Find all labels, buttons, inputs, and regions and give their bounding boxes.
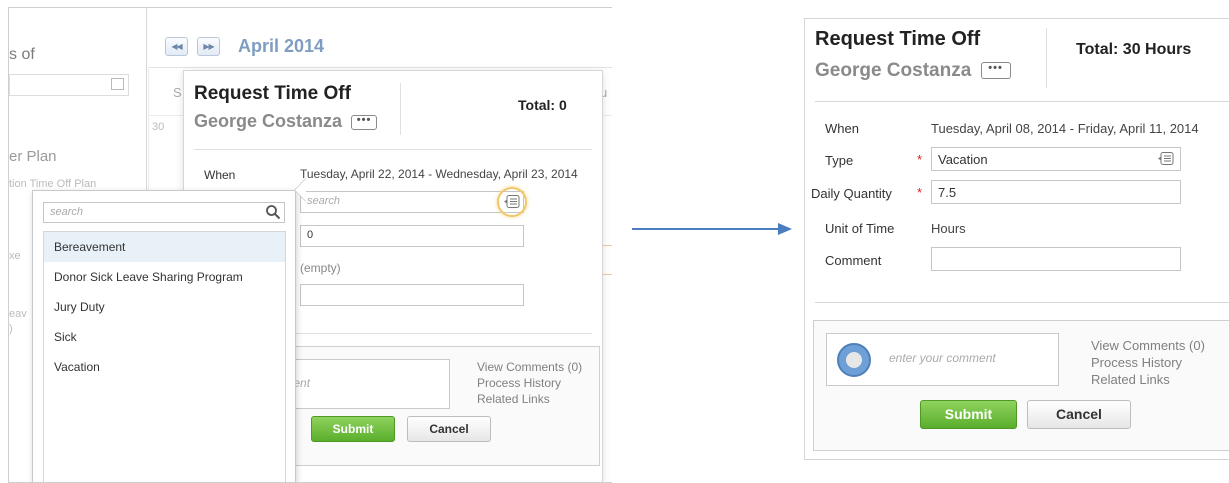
type-input[interactable]: Vacation (931, 147, 1181, 171)
sidebar-plan-fragment: er Plan (9, 148, 57, 165)
dropdown-option-jury-duty[interactable]: Jury Duty (44, 292, 285, 322)
dropdown-option-bereavement[interactable]: Bereavement (44, 232, 285, 262)
sidebar-fragment-eav: eav (9, 308, 27, 320)
avatar (837, 343, 871, 377)
double-right-arrow-icon: ▶▶ (203, 42, 214, 51)
dropdown-option-vacation[interactable]: Vacation (44, 352, 285, 382)
dropdown-search-input[interactable]: search (43, 202, 285, 223)
day-number: 30 (152, 121, 165, 133)
sidebar-sub-fragment: tion Time Off Plan (9, 178, 97, 190)
cancel-button[interactable]: Cancel (1027, 400, 1131, 429)
divider (194, 149, 592, 150)
comment-label: Comment (825, 253, 882, 268)
employee-name-text: George Costanza (815, 60, 972, 81)
transition-arrow-icon (632, 223, 792, 235)
sidebar-fragment-exe: xe (9, 250, 21, 262)
required-marker: * (917, 185, 923, 200)
when-label: When (825, 121, 859, 136)
type-dropdown: search Bereavement Donor Sick Leave Shar… (32, 190, 296, 482)
unit-value: (empty) (300, 261, 341, 275)
sidebar-fragment-paren: ) (9, 323, 13, 335)
total-label: Total: 30 Hours (1076, 41, 1192, 58)
avatar-face (846, 352, 862, 368)
employee-name: George Costanza ••• (194, 111, 378, 132)
quantity-input[interactable]: 7.5 (931, 180, 1181, 204)
comment-placeholder: enter your comment (889, 351, 996, 365)
double-left-arrow-icon: ◀◀ (171, 42, 182, 51)
more-actions-button[interactable]: ••• (351, 114, 378, 130)
list-picker-icon[interactable] (1158, 152, 1174, 165)
left-screenshot: s of er Plan tion Time Off Plan xe eav )… (8, 7, 612, 483)
view-comments-link[interactable]: View Comments (0) (477, 359, 582, 375)
dropdown-option-sick[interactable]: Sick (44, 322, 285, 352)
links-group: View Comments (0) Process History Relate… (1091, 337, 1205, 388)
month-label: April 2014 (238, 36, 325, 56)
when-label: When (204, 168, 236, 182)
view-comments-link[interactable]: View Comments (0) (1091, 337, 1205, 354)
divider (1046, 28, 1047, 88)
prev-month-button[interactable]: ◀◀ (165, 37, 188, 56)
submit-button[interactable]: Submit (311, 416, 395, 442)
next-month-button[interactable]: ▶▶ (197, 37, 220, 56)
total-label: Total: 0 (518, 97, 567, 113)
employee-name-text: George Costanza (194, 111, 343, 131)
employee-name: George Costanza ••• (815, 60, 1011, 82)
request-time-off-panel: Request Time Off George Costanza ••• Tot… (804, 18, 1229, 460)
unit-value: Hours (931, 221, 966, 236)
divider (815, 101, 1229, 102)
dropdown-pointer-fill (295, 179, 306, 201)
quantity-input[interactable]: 0 (300, 225, 524, 247)
type-value: Vacation (938, 152, 988, 167)
panel-title: Request Time Off (815, 28, 981, 50)
search-icon[interactable] (265, 204, 281, 220)
process-history-link[interactable]: Process History (1091, 354, 1205, 371)
dropdown-option-donor-sick-leave[interactable]: Donor Sick Leave Sharing Program (44, 262, 285, 292)
comment-section: enter your comment View Comments (0) Pro… (813, 320, 1229, 451)
when-value: Tuesday, April 08, 2014 - Friday, April … (931, 121, 1199, 136)
quantity-label: Daily Quantity (811, 186, 892, 201)
required-marker: * (917, 152, 923, 167)
type-search-input[interactable]: search (300, 191, 524, 213)
related-links-link[interactable]: Related Links (477, 391, 582, 407)
type-label: Type (825, 153, 854, 168)
links-group: View Comments (0) Process History Relate… (477, 359, 582, 407)
more-actions-button[interactable]: ••• (980, 62, 1011, 80)
when-value: Tuesday, April 22, 2014 - Wednesday, Apr… (300, 167, 578, 181)
process-history-link[interactable]: Process History (477, 375, 582, 391)
dropdown-list: Bereavement Donor Sick Leave Sharing Pro… (43, 231, 286, 482)
comment-input[interactable] (931, 247, 1181, 271)
comment-input[interactable] (300, 284, 524, 306)
popup-title: Request Time Off (194, 83, 351, 104)
sidebar-title-fragment: s of (9, 46, 35, 63)
day-header: S (173, 85, 182, 100)
divider (400, 83, 401, 135)
submit-button[interactable]: Submit (920, 400, 1017, 429)
cancel-button[interactable]: Cancel (407, 416, 491, 442)
calendar-header: ◀◀ ▶▶ April 2014 (148, 8, 612, 68)
enter-comment-input[interactable]: enter your comment (826, 333, 1059, 386)
related-links-link[interactable]: Related Links (1091, 371, 1205, 388)
calendar-icon[interactable] (111, 78, 124, 90)
list-picker-icon[interactable] (504, 195, 520, 208)
divider (815, 302, 1229, 303)
unit-label: Unit of Time (825, 221, 895, 236)
